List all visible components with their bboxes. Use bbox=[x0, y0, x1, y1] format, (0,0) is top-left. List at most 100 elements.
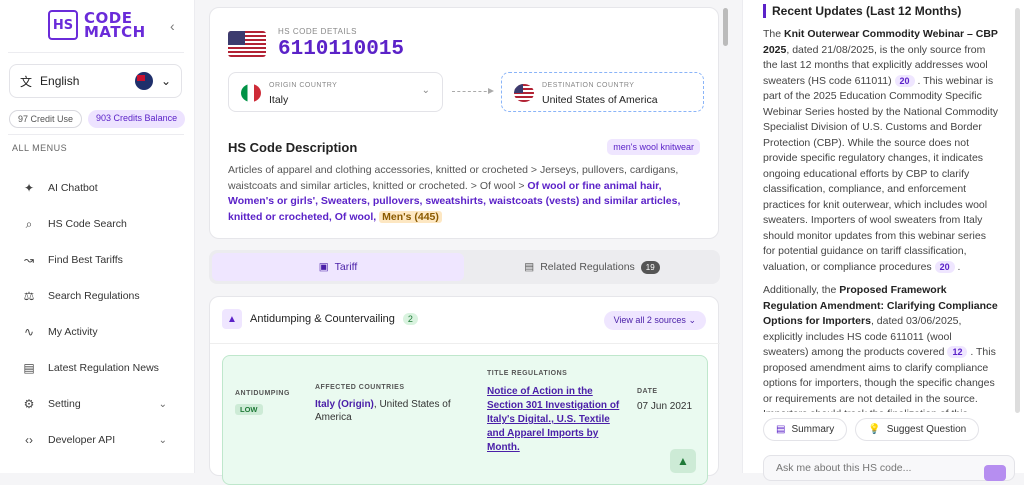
chevron-down-icon: ⌄ bbox=[160, 74, 171, 88]
flag-icon bbox=[134, 72, 153, 90]
lightbulb-icon: 💡 bbox=[868, 424, 881, 435]
logo[interactable]: HS CODE MATCH bbox=[48, 10, 146, 40]
citation-badge[interactable]: 12 bbox=[947, 346, 968, 358]
us-flag-icon bbox=[228, 31, 266, 57]
menu-label: My Activity bbox=[48, 326, 98, 338]
citation-badge[interactable]: 20 bbox=[894, 74, 915, 87]
suggest-question-button[interactable]: 💡 Suggest Question bbox=[855, 418, 980, 441]
updates-panel: Recent Updates (Last 12 Months) The Knit… bbox=[742, 0, 1024, 481]
logo-text: CODE MATCH bbox=[84, 11, 146, 41]
scale-icon: ⚖ bbox=[23, 289, 35, 303]
divider bbox=[8, 52, 184, 53]
sidebar: HS CODE MATCH ‹ 文 English ⌄ 97 Credit Use… bbox=[0, 0, 195, 473]
affected-col-label: AFFECTED COUNTRIES bbox=[315, 384, 405, 391]
us-flag-icon bbox=[514, 84, 534, 102]
tab-related-regulations[interactable]: ▤ Related Regulations 19 bbox=[467, 253, 717, 281]
menu-item-search-regulations[interactable]: ⚖ Search Regulations bbox=[0, 278, 195, 314]
tab-tariff[interactable]: ▣ Tariff bbox=[212, 253, 464, 281]
update-paragraph: The Knit Outerwear Commodity Webinar – C… bbox=[763, 27, 999, 275]
document-icon: ▤ bbox=[776, 424, 786, 435]
language-label: English bbox=[40, 74, 80, 88]
regulation-links[interactable]: Notice of Action in the Section 301 Inve… bbox=[487, 385, 627, 455]
menu-item-latest-news[interactable]: ▤ Latest Regulation News bbox=[0, 350, 195, 386]
origin-country-select[interactable]: ORIGIN COUNTRY Italy ⌄ bbox=[228, 72, 443, 112]
italy-flag-icon bbox=[241, 84, 261, 102]
related-count-badge: 19 bbox=[640, 260, 660, 274]
collapse-sidebar-icon[interactable]: ‹ bbox=[170, 18, 175, 34]
chevron-down-icon: ⌄ bbox=[158, 434, 167, 446]
language-selector[interactable]: 文 English ⌄ bbox=[9, 64, 182, 98]
news-icon: ▤ bbox=[23, 361, 35, 375]
text: The bbox=[763, 28, 785, 40]
antidumping-entry: ANTIDUMPING LOW AFFECTED COUNTRIES Italy… bbox=[222, 355, 708, 485]
divider bbox=[8, 134, 184, 135]
menu-item-developer-api[interactable]: ‹› Developer API ⌄ bbox=[0, 422, 195, 458]
ask-box bbox=[763, 455, 1015, 481]
panel-scrollbar[interactable] bbox=[1015, 8, 1020, 413]
updates-body: The Knit Outerwear Commodity Webinar – C… bbox=[763, 27, 999, 412]
menu-item-ai-chatbot[interactable]: ✦ AI Chatbot bbox=[0, 170, 195, 206]
antidumping-count: 2 bbox=[402, 313, 418, 325]
send-button[interactable] bbox=[984, 465, 1006, 481]
date-col-label: DATE bbox=[637, 388, 658, 395]
destination-value: United States of America bbox=[542, 94, 658, 106]
menu-item-my-activity[interactable]: ∿ My Activity bbox=[0, 314, 195, 350]
text: . This webinar is part of the 2025 Educa… bbox=[763, 74, 999, 273]
menu-label: Developer API bbox=[48, 434, 116, 446]
text: . bbox=[954, 260, 961, 273]
view-all-sources-button[interactable]: View all 2 sources ⌄ bbox=[603, 311, 706, 330]
logo-mark: HS bbox=[48, 10, 78, 40]
hs-details-card: HS CODE DETAILS 6110110015 ORIGIN COUNTR… bbox=[209, 7, 719, 239]
alert-icon[interactable]: ▲ bbox=[670, 449, 696, 473]
activity-icon: ∿ bbox=[23, 325, 35, 339]
credits: 97 Credit Use 903 Credits Balance bbox=[9, 110, 186, 128]
description-tag: men's wool knitwear bbox=[607, 139, 700, 155]
menu-label: Find Best Tariffs bbox=[48, 254, 123, 266]
credit-used-badge: 97 Credit Use bbox=[9, 110, 83, 128]
translate-icon: 文 bbox=[20, 74, 33, 89]
antidumping-card: ▲ Antidumping & Countervailing 2 View al… bbox=[209, 296, 720, 485]
main-scrollbar[interactable] bbox=[723, 8, 728, 46]
code-icon: ‹› bbox=[25, 433, 33, 447]
ask-input[interactable] bbox=[776, 462, 966, 474]
affected-origin: Italy (Origin) bbox=[315, 399, 374, 410]
menu-item-setting[interactable]: ⚙ Setting ⌄ bbox=[0, 386, 195, 422]
search-icon: ⌕ bbox=[25, 216, 33, 231]
menu-item-hs-code-search[interactable]: ⌕ HS Code Search bbox=[0, 206, 195, 242]
credit-balance-badge[interactable]: 903 Credits Balance bbox=[88, 110, 186, 128]
button-label: Suggest Question bbox=[886, 424, 967, 435]
menu-label: Latest Regulation News bbox=[48, 362, 159, 374]
tab-label: Tariff bbox=[334, 261, 358, 273]
text: Additionally, the bbox=[763, 284, 840, 296]
hs-code: 6110110015 bbox=[278, 38, 405, 61]
menu-label: HS Code Search bbox=[48, 218, 127, 230]
origin-label: ORIGIN COUNTRY bbox=[269, 82, 338, 89]
chevron-down-icon: ⌄ bbox=[688, 315, 696, 325]
antidumping-header: ▲ Antidumping & Countervailing 2 bbox=[222, 309, 418, 329]
sparkle-icon: ✦ bbox=[23, 181, 35, 195]
warning-icon: ▲ bbox=[222, 309, 242, 329]
document-icon: ▤ bbox=[524, 261, 535, 273]
tabs: ▣ Tariff ▤ Related Regulations 19 bbox=[209, 250, 720, 284]
affected-countries: Italy (Origin), United States of America bbox=[315, 398, 455, 424]
button-label: Summary bbox=[791, 424, 835, 435]
menu-item-find-best-tariffs[interactable]: ↝ Find Best Tariffs bbox=[0, 242, 195, 278]
summary-button[interactable]: ▤ Summary bbox=[763, 418, 848, 441]
tariff-icon: ▣ bbox=[318, 261, 329, 273]
gear-icon: ⚙ bbox=[23, 397, 35, 411]
logo-line2: MATCH bbox=[84, 23, 146, 41]
view-all-label: View all 2 sources bbox=[613, 315, 686, 325]
menu-label: Setting bbox=[48, 398, 81, 410]
arrow-icon bbox=[452, 88, 494, 94]
destination-label: DESTINATION COUNTRY bbox=[542, 82, 635, 89]
antidumping-col-label: ANTIDUMPING bbox=[235, 390, 290, 397]
updates-title: Recent Updates (Last 12 Months) bbox=[763, 4, 961, 18]
menu-label: Search Regulations bbox=[48, 290, 140, 302]
trend-icon: ↝ bbox=[23, 253, 35, 267]
destination-country-select[interactable]: DESTINATION COUNTRY United States of Ame… bbox=[501, 72, 704, 112]
citation-badge[interactable]: 20 bbox=[934, 260, 955, 273]
antidumping-title: Antidumping & Countervailing bbox=[250, 313, 395, 325]
action-buttons: ▤ Summary 💡 Suggest Question bbox=[763, 418, 980, 441]
title-col-label: TITLE REGULATIONS bbox=[487, 370, 568, 377]
divider bbox=[210, 343, 720, 344]
